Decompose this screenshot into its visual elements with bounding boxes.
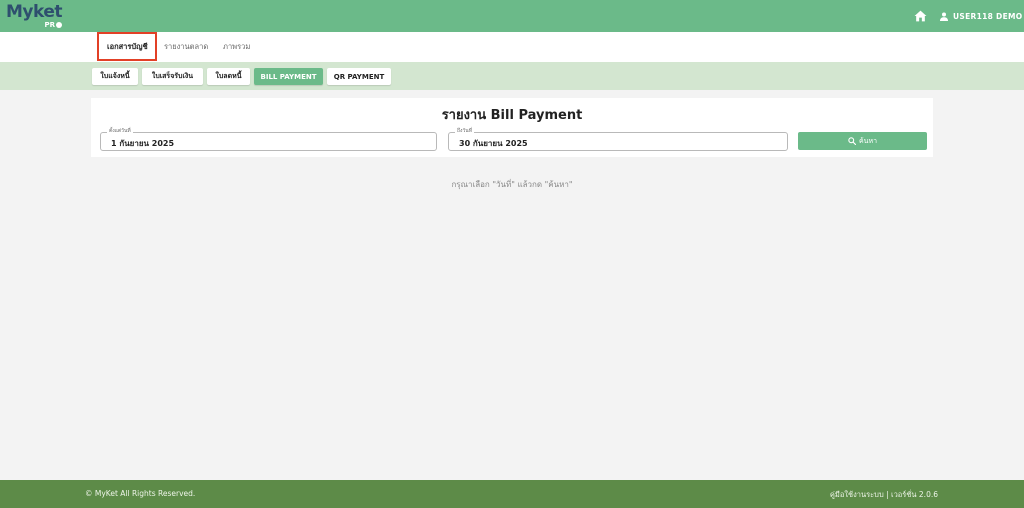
home-icon[interactable] <box>914 10 927 22</box>
myket-logo[interactable]: Myket PR <box>6 2 66 30</box>
end-date-value: 30 กันยายน 2025 <box>459 139 528 148</box>
logo-dot-icon <box>56 22 62 28</box>
version-text: เวอร์ชั่น 2.0.6 <box>891 490 938 499</box>
sub-tab-invoice[interactable]: ใบแจ้งหนี้ <box>92 68 138 85</box>
sub-tab-credit-note[interactable]: ใบลดหนี้ <box>207 68 250 85</box>
sub-tab-receipt[interactable]: ใบเสร็จรับเงิน <box>142 68 203 85</box>
end-date-label: ถึงวันที่ <box>455 128 474 135</box>
empty-state-hint: กรุณาเลือก "วันที่" แล้วกด "ค้นหา" <box>451 180 573 189</box>
logo-text: Myket <box>6 2 63 22</box>
start-date-value: 1 กันยายน 2025 <box>111 139 175 148</box>
footer-separator: | <box>883 490 891 499</box>
nav-tab-accounting-documents[interactable]: เอกสารบัญชี <box>107 41 148 53</box>
copyright-text: © MyKet All Rights Reserved. <box>85 489 196 498</box>
footer-right: คู่มือใช้งานระบบ | เวอร์ชั่น 2.0.6 <box>830 489 938 501</box>
person-icon <box>940 12 948 21</box>
user-name: USER118 DEMO <box>953 11 1023 21</box>
start-date-label: ตั้งแต่วันที่ <box>107 128 133 135</box>
search-icon <box>848 137 856 145</box>
main-nav: เอกสารบัญชี รายงานตลาด ภาพรวม <box>0 32 1024 62</box>
sub-tab-qr-payment[interactable]: QR PAYMENT <box>327 68 391 85</box>
top-bar: Myket PR USER118 DEMO <box>0 0 1024 32</box>
logo-sub-text: PR <box>44 21 55 29</box>
sub-nav: ใบแจ้งหนี้ ใบเสร็จรับเงิน ใบลดหนี้ BILL … <box>0 62 1024 90</box>
nav-tab-overview[interactable]: ภาพรวม <box>223 41 250 53</box>
footer: © MyKet All Rights Reserved. คู่มือใช้งา… <box>0 480 1024 508</box>
end-date-field[interactable]: ถึงวันที่ 30 กันยายน 2025 <box>448 128 788 151</box>
report-card: รายงาน Bill Payment ตั้งแต่วันที่ 1 กันย… <box>91 98 933 157</box>
nav-tab-market-report[interactable]: รายงานตลาด <box>164 41 208 53</box>
report-title: รายงาน Bill Payment <box>441 108 583 123</box>
logo-sub: PR <box>44 21 62 29</box>
search-button-label: ค้นหา <box>858 136 877 145</box>
user-menu[interactable]: USER118 DEMO <box>940 9 1022 23</box>
sub-tab-bill-payment[interactable]: BILL PAYMENT <box>254 68 323 85</box>
start-date-field[interactable]: ตั้งแต่วันที่ 1 กันยายน 2025 <box>100 128 437 151</box>
user-manual-link[interactable]: คู่มือใช้งานระบบ <box>830 490 884 499</box>
search-button[interactable]: ค้นหา <box>798 132 927 150</box>
